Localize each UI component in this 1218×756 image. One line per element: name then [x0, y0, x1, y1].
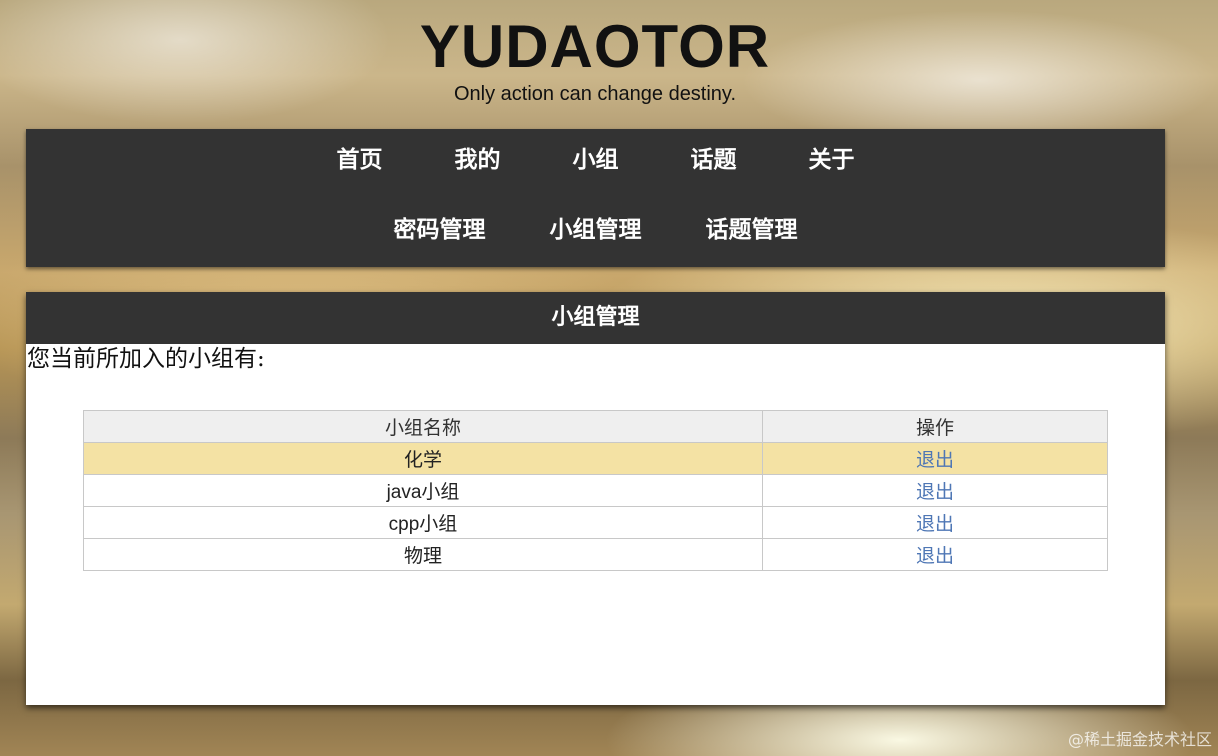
site-tagline: Only action can change destiny.: [453, 83, 737, 105]
main-nav: 首页 我的 小组 话题 关于 密码管理 小组管理 话题管理: [26, 129, 1165, 267]
nav-group-manage[interactable]: 小组管理: [550, 211, 642, 249]
action-cell: 退出: [762, 538, 1108, 571]
group-name-cell: 化学: [83, 442, 763, 475]
action-cell: 退出: [762, 506, 1108, 539]
group-manage-panel: 小组管理 您当前所加入的小组有: 小组名称 操作 化学 退出 java小组 退出…: [26, 292, 1165, 705]
site-header: YUDAOTOR Only action can change destiny.: [0, 0, 1218, 120]
groups-table: 小组名称 操作 化学 退出 java小组 退出 cpp小组 退出 物理 退出: [83, 410, 1108, 571]
nav-groups[interactable]: 小组: [573, 141, 619, 179]
table-row: java小组 退出: [83, 474, 1108, 507]
header-group-name: 小组名称: [83, 410, 763, 443]
table-row: 化学 退出: [83, 442, 1108, 475]
site-title: YUDAOTOR: [419, 13, 771, 80]
group-name-cell: cpp小组: [83, 506, 763, 539]
table-row: 物理 退出: [83, 538, 1108, 571]
nav-home[interactable]: 首页: [337, 141, 383, 179]
table-row: cpp小组 退出: [83, 506, 1108, 539]
table-header-row: 小组名称 操作: [83, 410, 1108, 443]
nav-row-manage: 密码管理 小组管理 话题管理: [26, 211, 1165, 249]
quit-group-link[interactable]: 退出: [916, 513, 954, 535]
nav-password-manage[interactable]: 密码管理: [394, 211, 486, 249]
panel-title: 小组管理: [26, 292, 1165, 344]
watermark: @稀土掘金技术社区: [1067, 730, 1212, 749]
nav-about[interactable]: 关于: [809, 141, 855, 179]
quit-group-link[interactable]: 退出: [916, 449, 954, 471]
nav-topics[interactable]: 话题: [691, 141, 737, 179]
nav-topic-manage[interactable]: 话题管理: [706, 211, 798, 249]
nav-row-primary: 首页 我的 小组 话题 关于: [26, 141, 1165, 179]
nav-mine[interactable]: 我的: [455, 141, 501, 179]
joined-groups-intro: 您当前所加入的小组有:: [27, 346, 265, 372]
header-action: 操作: [762, 410, 1108, 443]
action-cell: 退出: [762, 442, 1108, 475]
quit-group-link[interactable]: 退出: [916, 481, 954, 503]
group-name-cell: java小组: [83, 474, 763, 507]
group-name-cell: 物理: [83, 538, 763, 571]
quit-group-link[interactable]: 退出: [916, 545, 954, 567]
action-cell: 退出: [762, 474, 1108, 507]
